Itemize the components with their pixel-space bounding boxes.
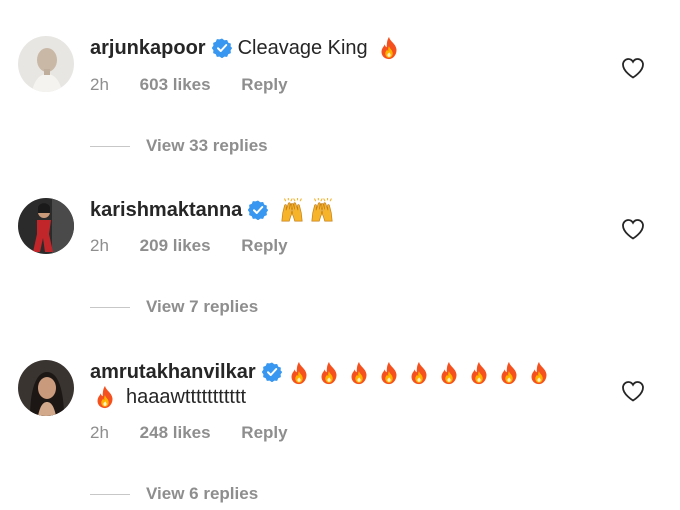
comment-text-continuation: haaawttttttttttt [90, 385, 246, 409]
fire-emoji-icon [468, 361, 490, 385]
woman-portrait-avatar [18, 360, 74, 416]
fire-emoji-icon [318, 361, 340, 385]
timestamp: 2h [90, 423, 109, 442]
fire-emoji-row [288, 360, 558, 385]
view-replies-label: View 7 replies [146, 297, 259, 316]
comment-header: karishmaktanna [90, 198, 344, 222]
likes-count[interactable]: 209 likes [140, 236, 211, 255]
fire-emoji-icon [498, 361, 520, 385]
verified-badge-icon [262, 362, 282, 382]
avatar[interactable] [18, 360, 74, 416]
like-heart-icon[interactable] [621, 57, 645, 79]
view-replies-label: View 6 replies [146, 484, 259, 503]
username[interactable]: arjunkapoor [90, 36, 206, 60]
likes-count[interactable]: 603 likes [140, 75, 211, 94]
replies-divider [90, 493, 130, 495]
timestamp: 2h [90, 75, 109, 94]
likes-count[interactable]: 248 likes [140, 423, 211, 442]
reply-button[interactable]: Reply [241, 236, 287, 255]
avatar[interactable] [18, 36, 74, 92]
fire-emoji-icon [378, 36, 400, 60]
fire-emoji-icon [348, 361, 370, 385]
comment-text: Cleavage King [237, 37, 368, 59]
fire-emoji-icon [528, 361, 550, 385]
username[interactable]: karishmaktanna [90, 198, 242, 222]
raising-hands-emoji-icon [308, 198, 336, 222]
raising-hands-emoji-icon [278, 198, 306, 222]
comment-meta: 2h 248 likes Reply [90, 423, 314, 443]
bald-man-avatar [18, 36, 74, 92]
verified-badge-icon [212, 38, 232, 58]
comment-header: amrutakhanvilkar [90, 360, 558, 385]
avatar[interactable] [18, 198, 74, 254]
view-replies-button[interactable]: View 33 replies [90, 136, 268, 156]
fire-emoji-icon [378, 361, 400, 385]
view-replies-button[interactable]: View 6 replies [90, 484, 258, 504]
view-replies-label: View 33 replies [146, 136, 268, 155]
reply-button[interactable]: Reply [241, 423, 287, 442]
fire-emoji-icon [408, 361, 430, 385]
woman-in-red-avatar [18, 198, 74, 254]
comment-meta: 2h 603 likes Reply [90, 75, 314, 95]
verified-badge-icon [248, 200, 268, 220]
replies-divider [90, 145, 130, 147]
comment-meta: 2h 209 likes Reply [90, 236, 314, 256]
comment-header: arjunkapoor Cleavage King [90, 36, 408, 60]
username[interactable]: amrutakhanvilkar [90, 360, 256, 384]
comment-text: haaawttttttttttt [126, 386, 247, 408]
fire-emoji-icon [288, 361, 310, 385]
reply-button[interactable]: Reply [241, 75, 287, 94]
like-heart-icon[interactable] [621, 380, 645, 402]
timestamp: 2h [90, 236, 109, 255]
view-replies-button[interactable]: View 7 replies [90, 297, 258, 317]
like-heart-icon[interactable] [621, 218, 645, 240]
replies-divider [90, 306, 130, 308]
fire-emoji-icon [94, 385, 116, 409]
fire-emoji-icon [438, 361, 460, 385]
